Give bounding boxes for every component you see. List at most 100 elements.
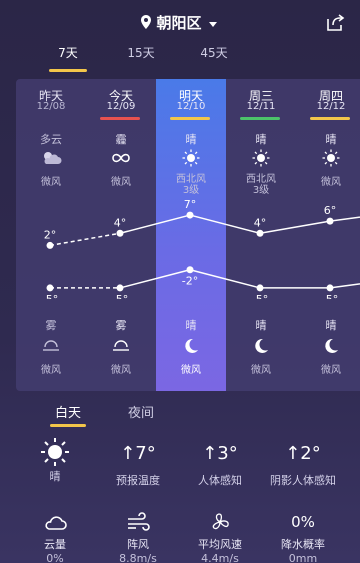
low-temp-label: -5° — [112, 293, 128, 299]
avg-wind-value: 4.4m/s — [201, 552, 239, 563]
night-wind: 微风 — [111, 365, 131, 376]
gust-label: 阵风 — [127, 538, 149, 551]
high-temp-point — [46, 241, 54, 249]
detail-forecast-temp: ↑7° 预报温度 — [93, 440, 183, 488]
detail-feels-like: ↑3° 人体感知 — [175, 440, 265, 488]
day-wind: 微风 — [111, 177, 131, 188]
location-pin-icon — [141, 14, 152, 33]
detail-gust: 阵风 8.8m/s — [93, 510, 183, 563]
sun-icon — [180, 149, 202, 167]
day-wind: 微风 — [321, 177, 341, 188]
cloud-cover-label: 云量 — [44, 538, 66, 551]
location-name: 朝阳区 — [156, 14, 202, 32]
detail-cloud-cover: 云量 0% — [10, 510, 100, 563]
moon-icon — [250, 337, 272, 355]
night-wind: 微风 — [41, 365, 61, 376]
fog-icon — [110, 337, 132, 355]
high-temp-label: 4° — [114, 216, 127, 229]
share-icon — [327, 14, 345, 31]
feels-like-label: 人体感知 — [198, 474, 242, 487]
avg-wind-label: 平均风速 — [198, 538, 242, 551]
tab-daytime[interactable]: 白天 — [38, 402, 98, 421]
night-condition: 晴 — [185, 319, 197, 332]
detail-precip: 0% 降水概率 0mm — [258, 510, 348, 563]
high-temp-line-segment — [49, 232, 121, 247]
sun-icon — [250, 149, 272, 167]
feels-like-value: ↑3° — [202, 443, 238, 464]
sun-icon — [320, 149, 342, 167]
night-condition: 晴 — [255, 319, 267, 332]
high-temp-point — [256, 229, 264, 237]
high-temp-line-segment — [189, 214, 261, 235]
high-temp-point — [326, 217, 334, 225]
low-temp-line-segment — [119, 268, 191, 289]
high-temp-label: 2° — [44, 228, 57, 241]
night-condition: 雾 — [45, 319, 57, 332]
high-temp-label: 6° — [324, 204, 337, 217]
moon-icon — [320, 337, 342, 355]
precip-probability-value: 0% — [291, 513, 315, 531]
haze-icon — [110, 149, 132, 167]
day-indicator-bar — [310, 117, 350, 120]
high-temp-label: 4° — [254, 216, 267, 229]
wind-icon — [93, 510, 183, 534]
cloud-cover-value: 0% — [46, 552, 64, 563]
fan-icon — [175, 510, 265, 534]
day-date: 12/08 — [36, 101, 66, 112]
day-wind-level: 3级 — [252, 185, 270, 196]
tab-45-days[interactable]: 45天 — [184, 44, 244, 61]
tab-15-days[interactable]: 15天 — [111, 44, 171, 61]
moon-icon — [180, 337, 202, 355]
day-condition: 晴 — [185, 133, 197, 146]
gust-value: 8.8m/s — [119, 552, 157, 563]
low-temp-line-segment — [189, 268, 261, 289]
detail-condition: 晴 — [10, 438, 100, 484]
forecast-temp-value: ↑7° — [120, 443, 156, 464]
fog-icon — [40, 337, 62, 355]
precip-amount-value: 0mm — [288, 552, 318, 563]
range-tabs: 7天 15天 45天 — [0, 44, 360, 72]
temperature-chart: 2° 4° 7° 4° 6° -5° -5° -2° -5° -5° — [42, 199, 360, 299]
day-night-tabs: 白天 夜间 — [0, 400, 360, 428]
low-temp-label: -5° — [42, 293, 58, 299]
night-wind: 微风 — [251, 365, 271, 376]
low-temp-point — [326, 284, 334, 292]
day-wind: 微风 — [41, 177, 61, 188]
shade-feels-like-label: 阴影人体感知 — [270, 474, 336, 487]
partly-cloudy-icon — [40, 149, 62, 167]
detail-condition-label: 晴 — [49, 470, 61, 483]
high-temp-line-extension — [329, 216, 360, 222]
day-condition: 霾 — [115, 133, 127, 146]
tab-7-days[interactable]: 7天 — [38, 44, 98, 61]
night-wind: 微风 — [181, 365, 201, 376]
night-condition: 晴 — [325, 319, 337, 332]
day-condition: 晴 — [325, 133, 337, 146]
section-tab-underline — [50, 424, 86, 427]
sun-icon — [10, 438, 100, 466]
forecast-card[interactable]: 昨天 12/08 多云 微风 雾 微风 今天 12/09 霾 微风 雾 微风 明… — [16, 79, 360, 391]
low-temp-label: -2° — [182, 275, 198, 288]
low-temp-point — [256, 284, 264, 292]
night-condition: 雾 — [115, 319, 127, 332]
day-date: 12/10 — [176, 101, 206, 112]
day-date: 12/09 — [106, 101, 136, 112]
low-temp-line-extension — [329, 283, 360, 289]
tab-underline — [49, 69, 87, 72]
forecast-temp-label: 预报温度 — [116, 474, 160, 487]
location-selector[interactable]: 朝阳区 — [0, 12, 360, 33]
day-indicator-bar — [170, 117, 210, 120]
low-temp-point — [116, 284, 124, 292]
precip-label: 降水概率 — [281, 538, 325, 551]
share-button[interactable] — [324, 12, 346, 34]
detail-avg-wind: 平均风速 4.4m/s — [175, 510, 265, 563]
cloud-icon — [10, 510, 100, 534]
day-indicator-bar — [240, 117, 280, 120]
day-condition: 晴 — [255, 133, 267, 146]
night-wind: 微风 — [321, 365, 341, 376]
chevron-down-icon — [207, 15, 219, 33]
low-temp-label: -5° — [322, 293, 338, 299]
high-temp-line-segment — [259, 220, 331, 235]
shade-feels-like-value: ↑2° — [285, 443, 321, 464]
high-temp-label: 7° — [184, 199, 197, 211]
tab-nighttime[interactable]: 夜间 — [111, 402, 171, 421]
